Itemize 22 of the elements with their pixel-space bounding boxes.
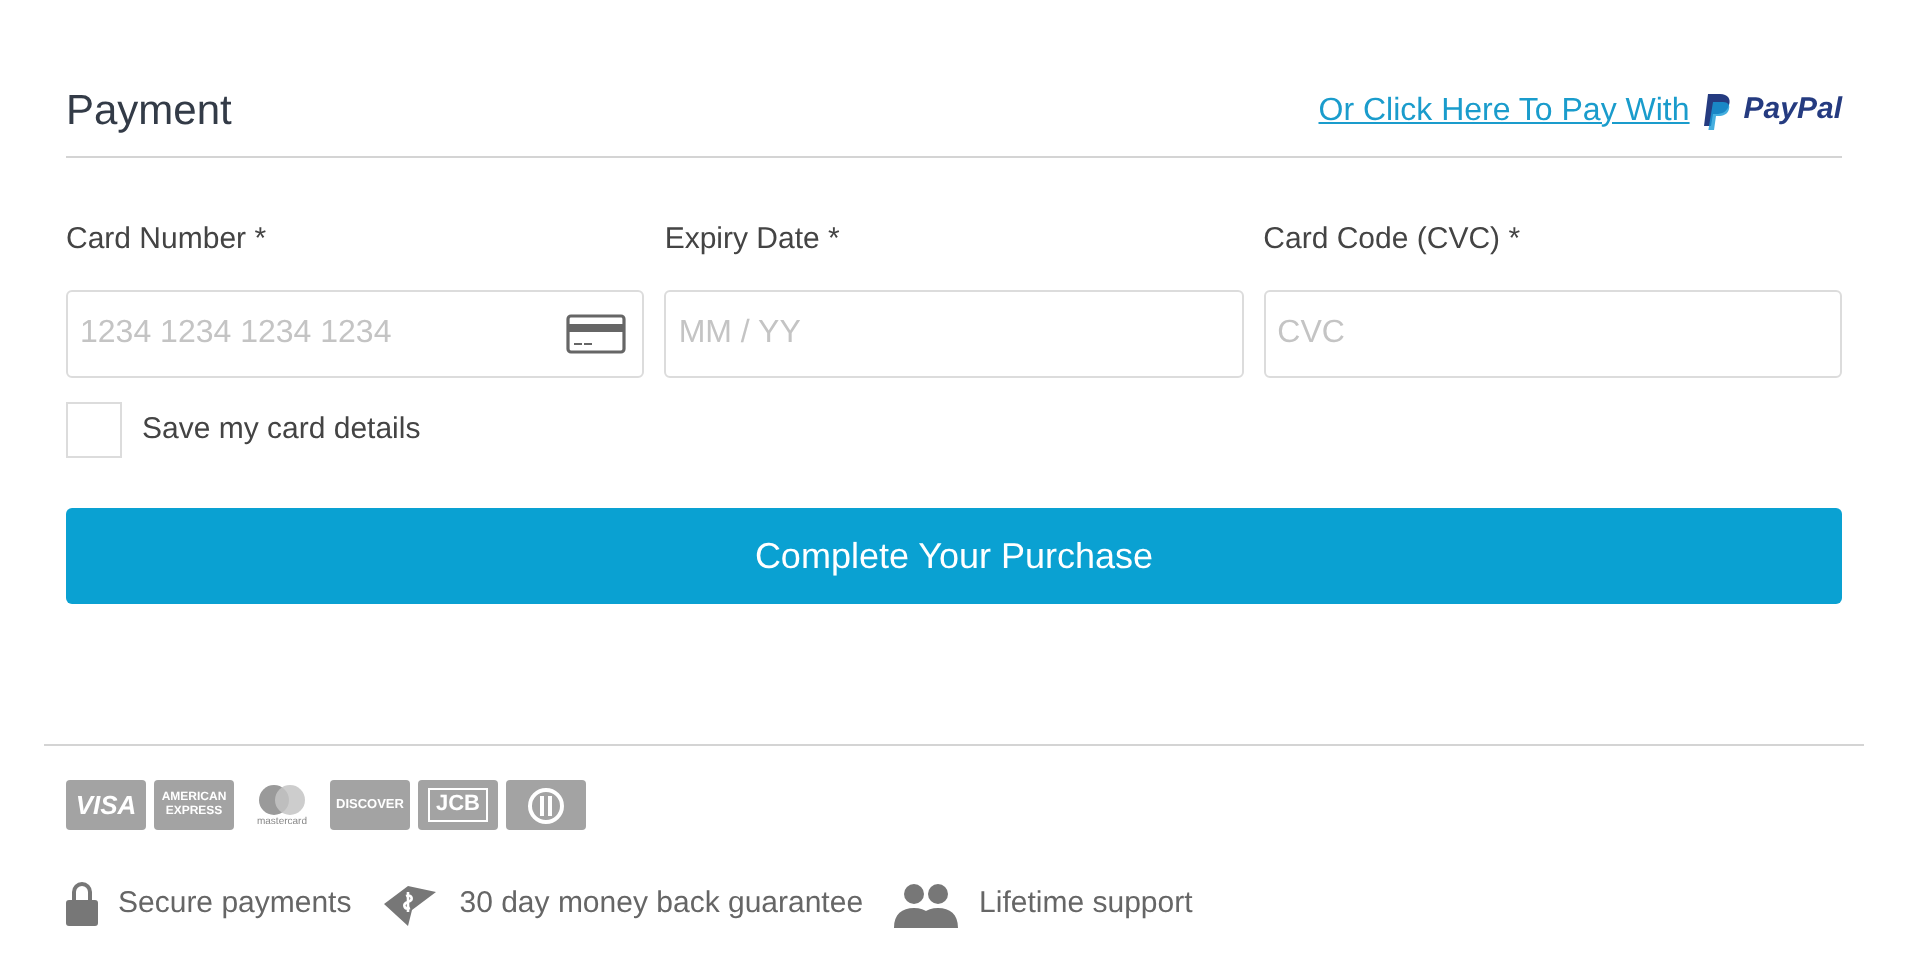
- credit-card-icon: [566, 314, 627, 354]
- feature-text: Secure payments: [118, 883, 352, 924]
- input-field[interactable]: 1234 1234 1234 1234: [66, 290, 645, 378]
- input-field[interactable]: CVC: [1263, 290, 1842, 378]
- lock-icon: [66, 882, 98, 926]
- field-label: Expiry Date *: [664, 219, 842, 259]
- paypal-link[interactable]: Or Click Here To Pay With: [1318, 87, 1690, 135]
- feature-text: Lifetime support: [979, 883, 1193, 924]
- people-icon: [891, 880, 960, 928]
- paypal-logo: PayPal: [1743, 90, 1842, 131]
- feature-text: 30 day money back guarantee: [459, 883, 864, 924]
- section-title: Payment: [66, 86, 232, 138]
- jcb-logo: JCB: [418, 780, 498, 830]
- save-card-checkbox[interactable]: [66, 402, 122, 458]
- complete-purchase-button[interactable]: Complete Your Purchase: [66, 508, 1842, 604]
- visa-logo: VISA: [66, 780, 146, 830]
- field-label: Card Number *: [66, 219, 269, 259]
- paypal-icon: [1701, 93, 1732, 129]
- input-field[interactable]: MM / YY: [664, 290, 1244, 378]
- save-card-label: Save my card details: [142, 409, 421, 450]
- field-label: Card Code (CVC) *: [1263, 219, 1523, 259]
- diners-logo: [506, 780, 586, 830]
